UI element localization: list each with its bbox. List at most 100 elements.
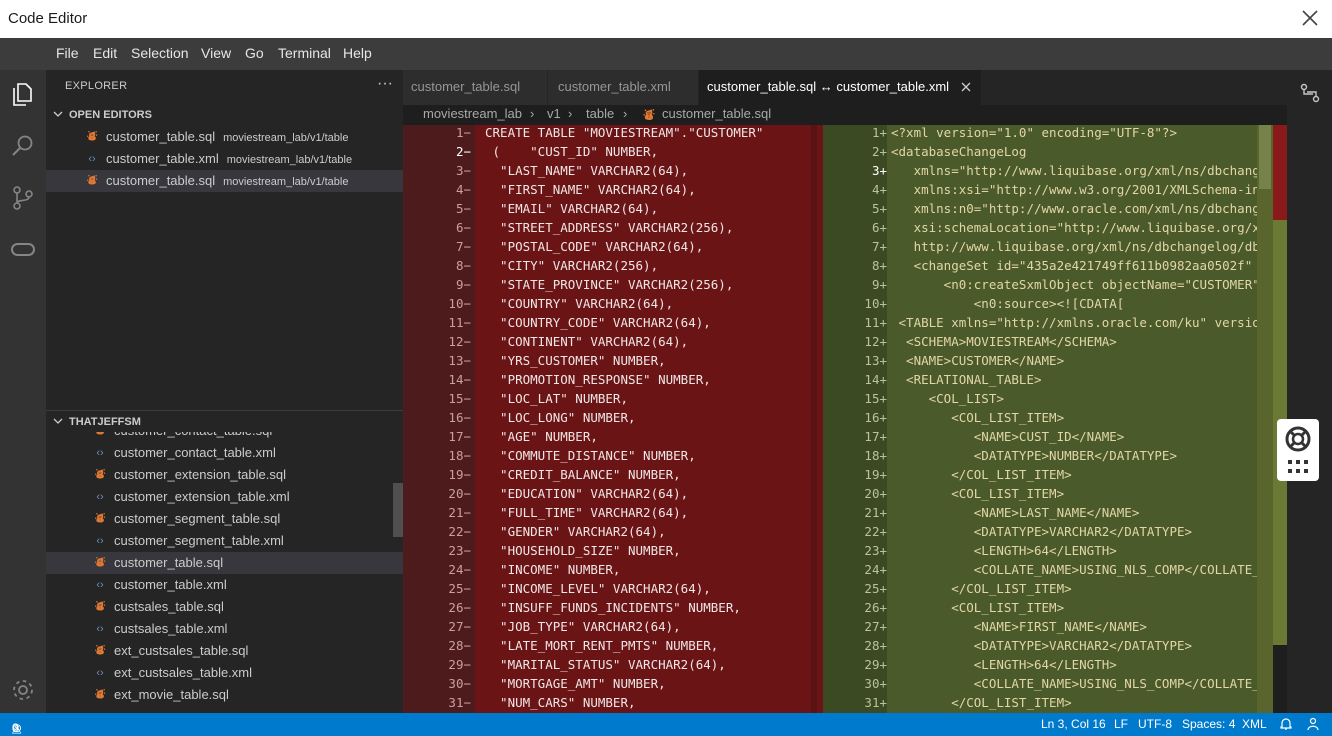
line-number: 2− [455,144,471,159]
file-tree-item[interactable]: ⛇ customer_segment_table.sql [46,508,403,530]
file-name: customer_table.sql [114,555,224,570]
code-line: ( "CUST_ID" NUMBER, [485,144,659,159]
code-line: "LAST_NAME" VARCHAR2(64), [485,163,689,178]
file-tree-item[interactable]: ‹› customer_contact_table.xml [46,442,403,464]
code-line: "INSUFF_FUNDS_INCIDENTS" NUMBER, [485,600,741,615]
file-name: customer_table.sql [106,173,216,188]
right-scrollbar[interactable] [1257,125,1273,713]
code-line: "LOC_LONG" NUMBER, [485,410,636,425]
code-line: "MORTGAGE_AMT" NUMBER, [485,676,666,691]
menu-help[interactable]: Help [343,45,372,61]
sidebar-scrollbar[interactable] [393,483,403,537]
menu-edit[interactable]: Edit [93,45,117,61]
language-mode[interactable]: XML [1242,717,1267,731]
file-name: ext_movie_table.sql [114,687,229,702]
original-editor-pane[interactable]: 1− CREATE TABLE "MOVIESTREAM"."CUSTOMER" 2… [403,125,823,713]
feedback-button[interactable] [1306,717,1320,734]
open-editors-header[interactable]: OPEN EDITORS [46,104,403,126]
file-tree-item[interactable]: ‹› customer_segment_table.xml [46,530,403,552]
file-tree-item[interactable]: ⛇ customer_extension_table.sql [46,464,403,486]
explorer-activity-button[interactable] [9,80,37,108]
file-name: customer_contact_table.sql [114,432,272,438]
file-name: customer_segment_table.sql [114,511,281,526]
more-actions-button[interactable]: ··· [377,75,393,93]
file-name: customer_table.xml [106,151,219,166]
open-editor-item-selected[interactable]: ⛇ customer_table.sql moviestream_lab/v1/t… [46,170,403,192]
file-tree-item[interactable]: ‹› customer_table.xml [46,574,403,596]
close-window-button[interactable] [1298,6,1322,30]
database-activity-button[interactable] [9,236,37,264]
code-line: "EDUCATION" VARCHAR2(64), [485,486,689,501]
tab-customer-table-xml[interactable]: customer_table.xml [548,70,698,105]
cursor-position[interactable]: Ln 3, Col 16 [1041,717,1106,731]
person-icon [1307,717,1319,731]
line-number: 31+ [864,695,887,710]
file-tree-item[interactable]: ⛇ customer_table.sql [46,552,403,574]
file-tree-item[interactable]: ‹› ext_custsales_table.xml [46,662,403,684]
database-icon: ⛇ [86,175,98,187]
line-number: 1− [455,125,471,140]
code-line: "STATE_PROVINCE" VARCHAR2(256), [485,277,734,292]
file-name: customer_table.sql [106,129,216,144]
line-number: 6+ [871,220,887,235]
help-widget[interactable] [1277,419,1319,481]
code-line: "JOB_TYPE" VARCHAR2(64), [485,619,681,634]
line-number: 21− [448,505,471,520]
line-ending[interactable]: LF [1114,717,1128,731]
code-line: xsi:schemaLocation="http://www.liquibase… [913,220,1257,235]
close-icon[interactable] [961,82,971,92]
menu-selection[interactable]: Selection [131,45,189,61]
breadcrumb-item[interactable]: table [586,106,614,121]
line-number: 25− [448,581,471,596]
database-icon: ⛇ [94,513,106,525]
explorer-sidebar: EXPLORER ··· OPEN EDITORS ⛇ customer_tab… [46,70,403,713]
line-number: 31− [448,695,471,710]
chevron-right-icon: › [530,106,535,121]
file-name: customer_segment_table.xml [114,533,284,548]
breadcrumb-item[interactable]: customer_table.sql [662,106,771,121]
open-editor-item[interactable]: ⛇ customer_table.sql moviestream_lab/v1/t… [46,126,403,148]
file-tree-item[interactable]: ⛇ customer_contact_table.sql [46,432,403,442]
line-number: 30− [448,676,471,691]
open-editor-item[interactable]: ‹› customer_table.xml moviestream_lab/v1/… [46,148,403,170]
modified-editor-pane[interactable]: 1+ <?xml version="1.0" encoding="UTF-8"?>… [823,125,1287,713]
line-number: 7+ [871,239,887,254]
code-line: <n0:createSxmlObject objectName="CUSTOME… [891,277,1257,292]
line-number: 6− [455,220,471,235]
file-tree-item[interactable]: ⛇ custsales_table.sql [46,596,403,618]
code-line: <NAME>CUST_ID</NAME> [891,429,1125,444]
tab-diff-view[interactable]: customer_table.sql ↔ customer_table.xml [699,70,981,105]
line-number: 19+ [864,467,887,482]
xml-icon: ‹› [96,623,104,635]
breadcrumb-item[interactable]: moviestream_lab [423,106,522,121]
title-bar: Code Editor [0,0,1332,38]
menu-view[interactable]: View [201,45,231,61]
line-number: 24+ [864,562,887,577]
search-activity-button[interactable] [9,132,37,160]
indentation[interactable]: Spaces: 4 [1182,717,1235,731]
code-line: "FIRST_NAME" VARCHAR2(64), [485,182,696,197]
breadcrumb-item[interactable]: v1 [547,106,561,121]
encoding[interactable]: UTF-8 [1138,717,1172,731]
code-line: <TABLE xmlns="http://xmlns.oracle.com/ku… [898,315,1257,330]
notifications-button[interactable] [1279,717,1293,734]
file-tree-item[interactable]: ⛇ ext_movie_table.sql [46,684,403,706]
code-line: "HOUSEHOLD_SIZE" NUMBER, [485,543,681,558]
left-scrollbar[interactable] [811,125,817,713]
line-number: 24− [448,562,471,577]
settings-button[interactable] [9,676,37,704]
menu-terminal[interactable]: Terminal [278,45,331,61]
menu-file[interactable]: File [56,45,79,61]
file-tree-item[interactable]: ‹› customer_extension_table.xml [46,486,403,508]
file-tree-item[interactable]: ⛇ ext_custsales_table.sql [46,640,403,662]
open-changes-button[interactable] [1299,82,1321,109]
source-control-activity-button[interactable] [9,184,37,212]
workspace-header[interactable]: THATJEFFSM [46,410,403,432]
tab-label: customer_table.xml [558,79,671,94]
tab-customer-table-sql[interactable]: customer_table.sql [403,70,547,105]
file-tree-item[interactable]: ‹› custsales_table.xml [46,618,403,640]
menu-go[interactable]: Go [245,45,264,61]
line-number: 17− [448,429,471,444]
line-number: 29+ [864,657,887,672]
database-connections-icon [11,243,35,256]
